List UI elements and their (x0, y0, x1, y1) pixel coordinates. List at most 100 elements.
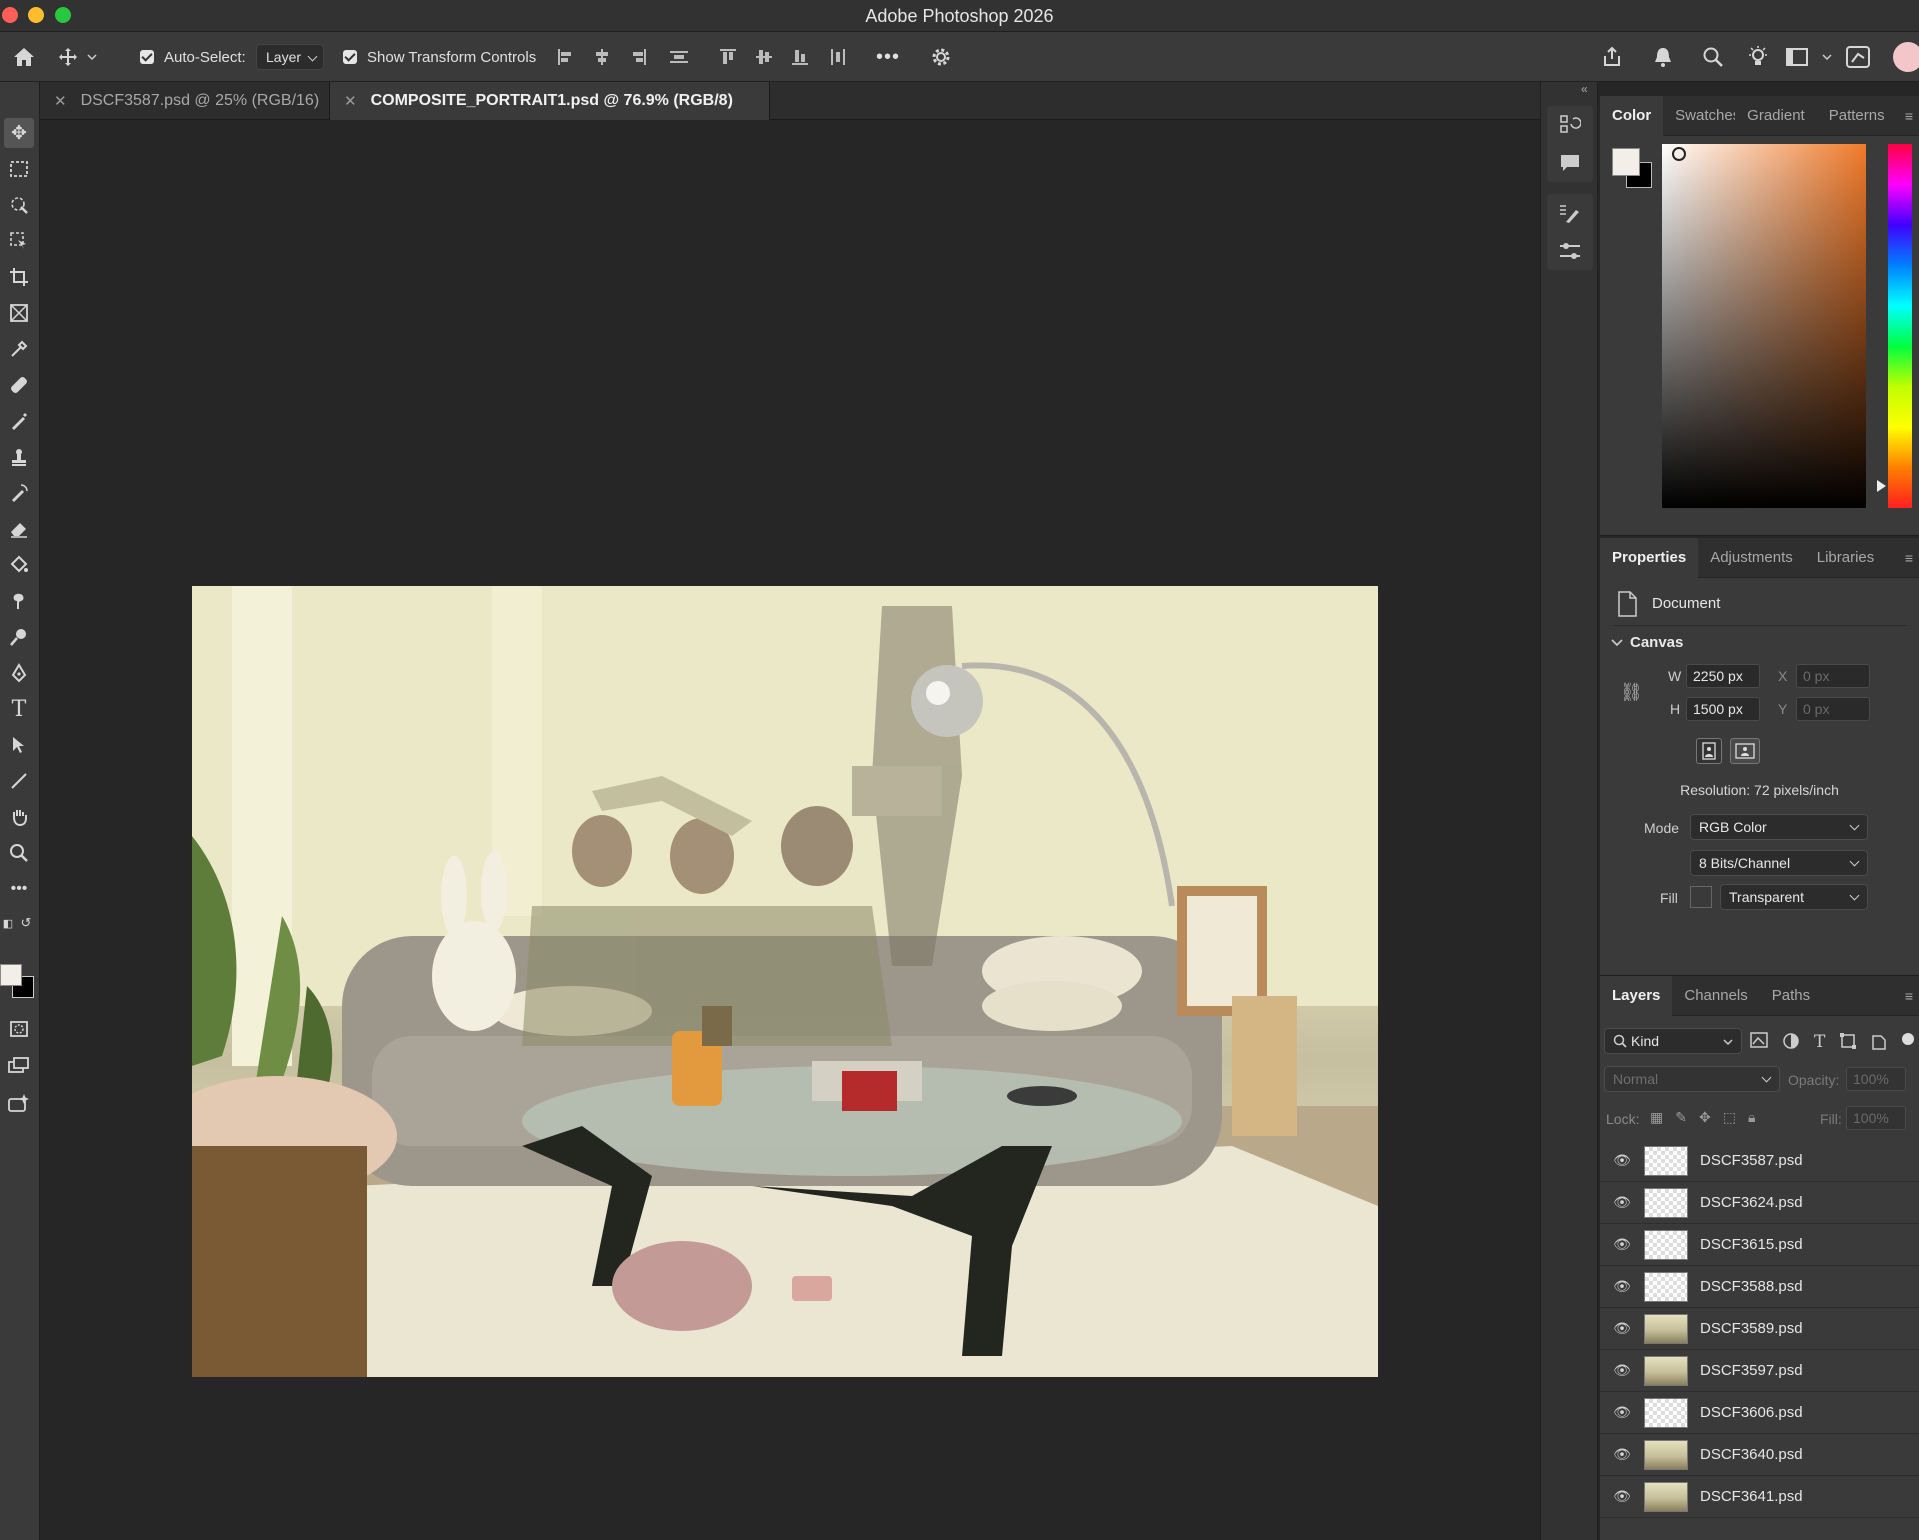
auto-select-checkbox[interactable]: Auto-Select: (140, 32, 246, 82)
layer-row[interactable]: 👁︎ DSCF3606.psd (1600, 1392, 1919, 1434)
color-picker-field[interactable] (1662, 144, 1866, 508)
tab-composite-portrait[interactable]: ✕ COMPOSITE_PORTRAIT1.psd @ 76.9% (RGB/8… (330, 82, 770, 120)
blend-mode-select[interactable]: Normal (1604, 1066, 1780, 1092)
tab-swatches[interactable]: Swatches (1663, 96, 1735, 136)
zoom-tool-icon[interactable] (4, 838, 34, 868)
tab-color[interactable]: Color (1600, 95, 1664, 136)
move-tool-icon[interactable]: ✥ (4, 118, 34, 148)
marquee-tool-icon[interactable] (4, 154, 34, 184)
color-foreground-swatch[interactable] (1612, 148, 1640, 176)
search-icon[interactable] (1702, 32, 1724, 82)
layer-row[interactable]: 👁︎ DSCF3641.psd (1600, 1476, 1919, 1518)
opacity-field[interactable]: 100% (1846, 1067, 1906, 1091)
share-icon[interactable] (1600, 32, 1624, 82)
screen-mode-icon[interactable] (4, 1050, 34, 1080)
eye-visibility-icon[interactable]: 👁︎ (1600, 1278, 1644, 1295)
smudge-tool-icon[interactable] (4, 586, 34, 616)
eyedropper-tool-icon[interactable] (4, 334, 34, 364)
color-picker-handle[interactable] (1672, 147, 1686, 161)
lock-all-icon[interactable]: 🔒︎ (1748, 1109, 1755, 1126)
crop-tool-icon[interactable] (4, 262, 34, 292)
home-icon[interactable] (12, 32, 36, 82)
path-selection-tool-icon[interactable] (4, 730, 34, 760)
line-tool-icon[interactable] (4, 766, 34, 796)
canvas-section-header[interactable]: Canvas (1610, 634, 1683, 651)
dodge-tool-icon[interactable] (4, 622, 34, 652)
panel-menu-icon[interactable]: ≡ (1905, 988, 1913, 1004)
hand-tool-icon[interactable] (4, 802, 34, 832)
eye-visibility-icon[interactable]: 👁︎ (1600, 1320, 1644, 1337)
close-tab-icon[interactable]: ✕ (344, 92, 357, 110)
panel-menu-icon[interactable]: ≡ (1905, 108, 1913, 124)
align-right-icon[interactable] (628, 32, 648, 82)
link-dimensions-icon[interactable]: ⛓ (1620, 682, 1643, 703)
tab-dscf3587[interactable]: ✕ DSCF3587.psd @ 25% (RGB/16) (40, 82, 330, 120)
fill-select[interactable]: Transparent (1720, 884, 1868, 910)
filter-toggle-icon[interactable] (1901, 1032, 1915, 1054)
landscape-orientation-icon[interactable] (1730, 738, 1760, 764)
healing-brush-tool-icon[interactable] (4, 370, 34, 400)
layer-row[interactable]: 👁︎ DSCF3587.psd (1600, 1140, 1919, 1182)
collapse-panels-icon[interactable]: « (1581, 82, 1588, 96)
distribute-vertical-icon[interactable] (668, 32, 690, 82)
layer-filter-select[interactable]: Kind (1604, 1028, 1742, 1054)
fill-swatch[interactable] (1690, 886, 1712, 908)
document-canvas[interactable] (192, 586, 1378, 1377)
layer-row[interactable]: 👁︎ DSCF3640.psd (1600, 1434, 1919, 1476)
eye-visibility-icon[interactable]: 👁︎ (1600, 1488, 1644, 1505)
layer-row[interactable]: 👁︎ DSCF3624.psd (1600, 1182, 1919, 1224)
eraser-tool-icon[interactable] (4, 514, 34, 544)
hue-slider-handle-icon[interactable] (1877, 480, 1886, 492)
shape-filter-icon[interactable] (1839, 1032, 1857, 1054)
canvas-area[interactable] (40, 120, 1573, 1540)
edit-toolbar-icon[interactable]: ••• (4, 874, 34, 904)
workspace-chevron-icon[interactable] (1822, 32, 1832, 82)
quick-selection-tool-icon[interactable] (4, 190, 34, 220)
tab-properties[interactable]: Properties (1600, 537, 1699, 578)
bell-icon[interactable] (1652, 32, 1674, 82)
tab-libraries[interactable]: Libraries (1805, 538, 1887, 578)
height-field[interactable]: 1500 px (1686, 697, 1760, 721)
panel-menu-icon[interactable]: ≡ (1905, 550, 1913, 566)
pixel-filter-icon[interactable] (1750, 1032, 1768, 1054)
more-options-button[interactable]: ••• (876, 32, 900, 82)
align-center-icon[interactable] (592, 32, 612, 82)
type-filter-icon[interactable]: T (1814, 1032, 1825, 1054)
lock-artboard-icon[interactable]: ⬚ (1723, 1109, 1736, 1126)
align-middle-icon[interactable] (754, 32, 774, 82)
generative-fill-icon[interactable] (4, 1088, 34, 1118)
gear-icon[interactable] (930, 32, 952, 82)
layer-row[interactable]: 👁︎ DSCF3588.psd (1600, 1266, 1919, 1308)
tool-preset-chevron-icon[interactable] (87, 32, 97, 82)
align-top-icon[interactable] (718, 32, 738, 82)
brush-settings-panel-icon[interactable] (1547, 194, 1593, 232)
eye-visibility-icon[interactable]: 👁︎ (1600, 1152, 1644, 1169)
brush-tool-icon[interactable] (4, 406, 34, 436)
lock-position-icon[interactable]: ✥ (1699, 1109, 1711, 1126)
frame-tool-icon[interactable] (4, 298, 34, 328)
auto-select-value[interactable]: Layer (256, 44, 325, 70)
comments-panel-icon[interactable] (1547, 144, 1593, 182)
tab-paths[interactable]: Paths (1760, 976, 1822, 1016)
foreground-color-swatch[interactable] (0, 964, 22, 986)
tab-patterns[interactable]: Patterns (1817, 96, 1897, 136)
distribute-horizontal-icon[interactable] (828, 32, 848, 82)
eye-visibility-icon[interactable]: 👁︎ (1600, 1362, 1644, 1379)
hue-slider[interactable] (1888, 144, 1912, 508)
move-tool-icon[interactable] (58, 32, 78, 82)
close-tab-icon[interactable]: ✕ (54, 92, 67, 110)
x-field[interactable]: 0 px (1796, 664, 1870, 688)
avatar[interactable] (1893, 32, 1919, 82)
history-brush-tool-icon[interactable] (4, 478, 34, 508)
default-colors-icon[interactable]: ◧ (0, 908, 16, 938)
tab-gradient[interactable]: Gradient (1735, 96, 1817, 136)
eye-visibility-icon[interactable]: 👁︎ (1600, 1236, 1644, 1253)
fill-opacity-field[interactable]: 100% (1846, 1106, 1906, 1130)
lightbulb-icon[interactable] (1746, 32, 1770, 82)
clone-stamp-tool-icon[interactable] (4, 442, 34, 472)
paint-bucket-tool-icon[interactable] (4, 550, 34, 580)
width-field[interactable]: 2250 px (1686, 664, 1760, 688)
auto-select-dropdown[interactable]: Layer (256, 32, 325, 82)
show-transform-checkbox[interactable]: Show Transform Controls (343, 32, 536, 82)
portrait-orientation-icon[interactable] (1696, 738, 1722, 764)
